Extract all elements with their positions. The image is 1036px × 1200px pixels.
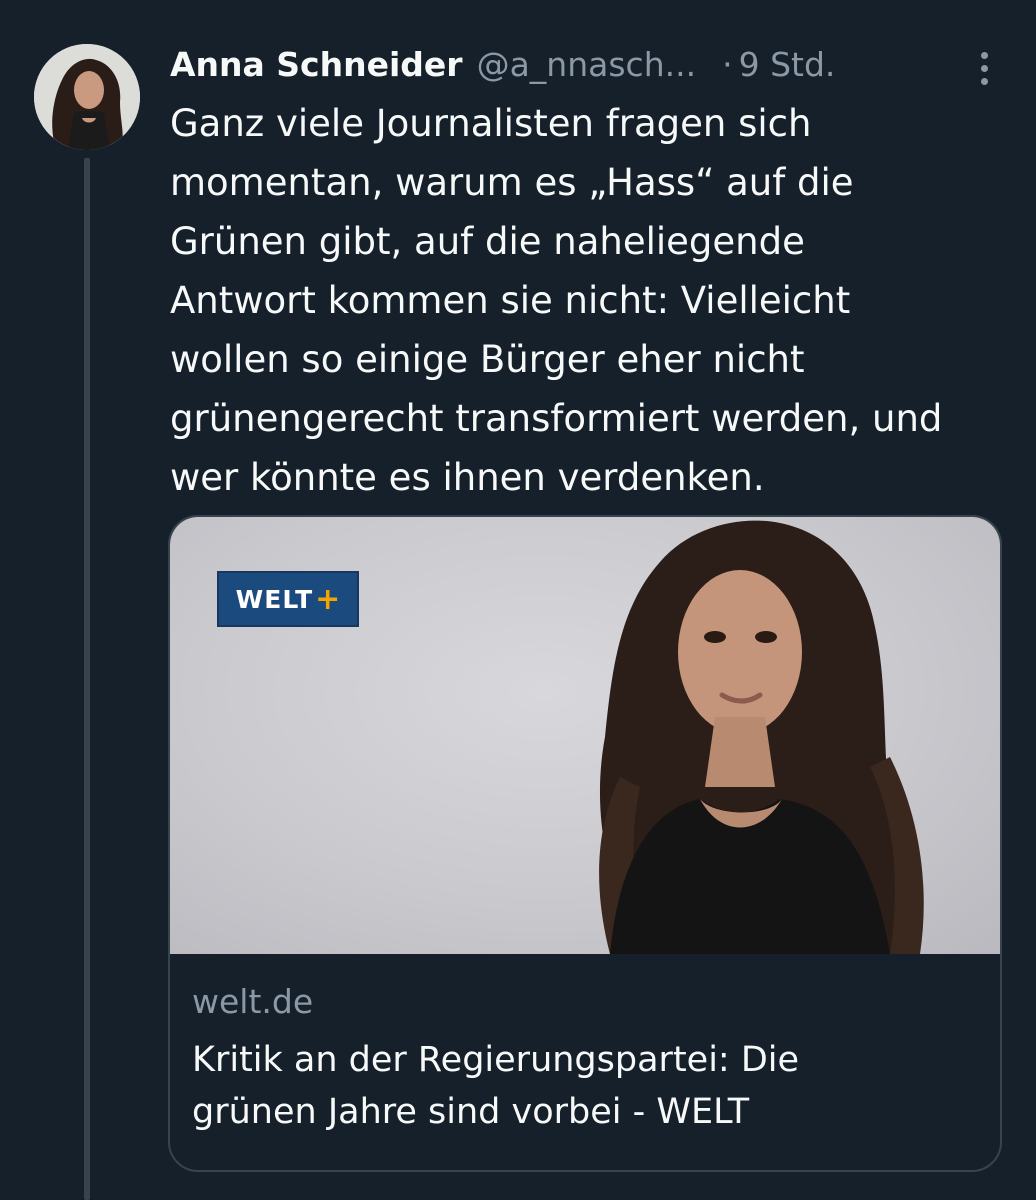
author-name[interactable]: Anna Schneider: [170, 45, 463, 84]
welt-logo-plus: +: [315, 581, 341, 617]
welt-logo-text: WELT: [235, 584, 314, 614]
card-domain: welt.de: [192, 982, 314, 1021]
card-image: WELT +: [170, 517, 1000, 954]
portrait-photo: [599, 520, 924, 954]
separator-dot: ·: [722, 44, 733, 84]
more-dots-vertical-icon[interactable]: [970, 48, 998, 88]
card-meta: welt.de Kritik an der Regierungspartei: …: [170, 954, 1000, 1138]
tweet-text: Ganz viele Journalisten fragen sich mome…: [170, 102, 943, 499]
welt-plus-logo: WELT +: [217, 571, 359, 627]
avatar[interactable]: [34, 44, 140, 150]
card-title[interactable]: Kritik an der Regierungspartei: Die grün…: [192, 1034, 978, 1138]
author-handle[interactable]: @a_nnasch...: [477, 45, 697, 84]
thread-line: [84, 158, 90, 1200]
link-preview-card[interactable]: WELT + welt.de Kritik an der Regierungsp…: [168, 515, 1002, 1172]
tweet-timestamp[interactable]: 9 Std.: [739, 45, 836, 84]
tweet-content: Anna Schneider @a_nnasch... · 9 Std. Gan…: [170, 38, 1004, 507]
avatar-photo: [34, 44, 140, 150]
tweet-header: Anna Schneider @a_nnasch... · 9 Std.: [170, 38, 1004, 90]
tweet[interactable]: Anna Schneider @a_nnasch... · 9 Std. Gan…: [0, 0, 1036, 1200]
